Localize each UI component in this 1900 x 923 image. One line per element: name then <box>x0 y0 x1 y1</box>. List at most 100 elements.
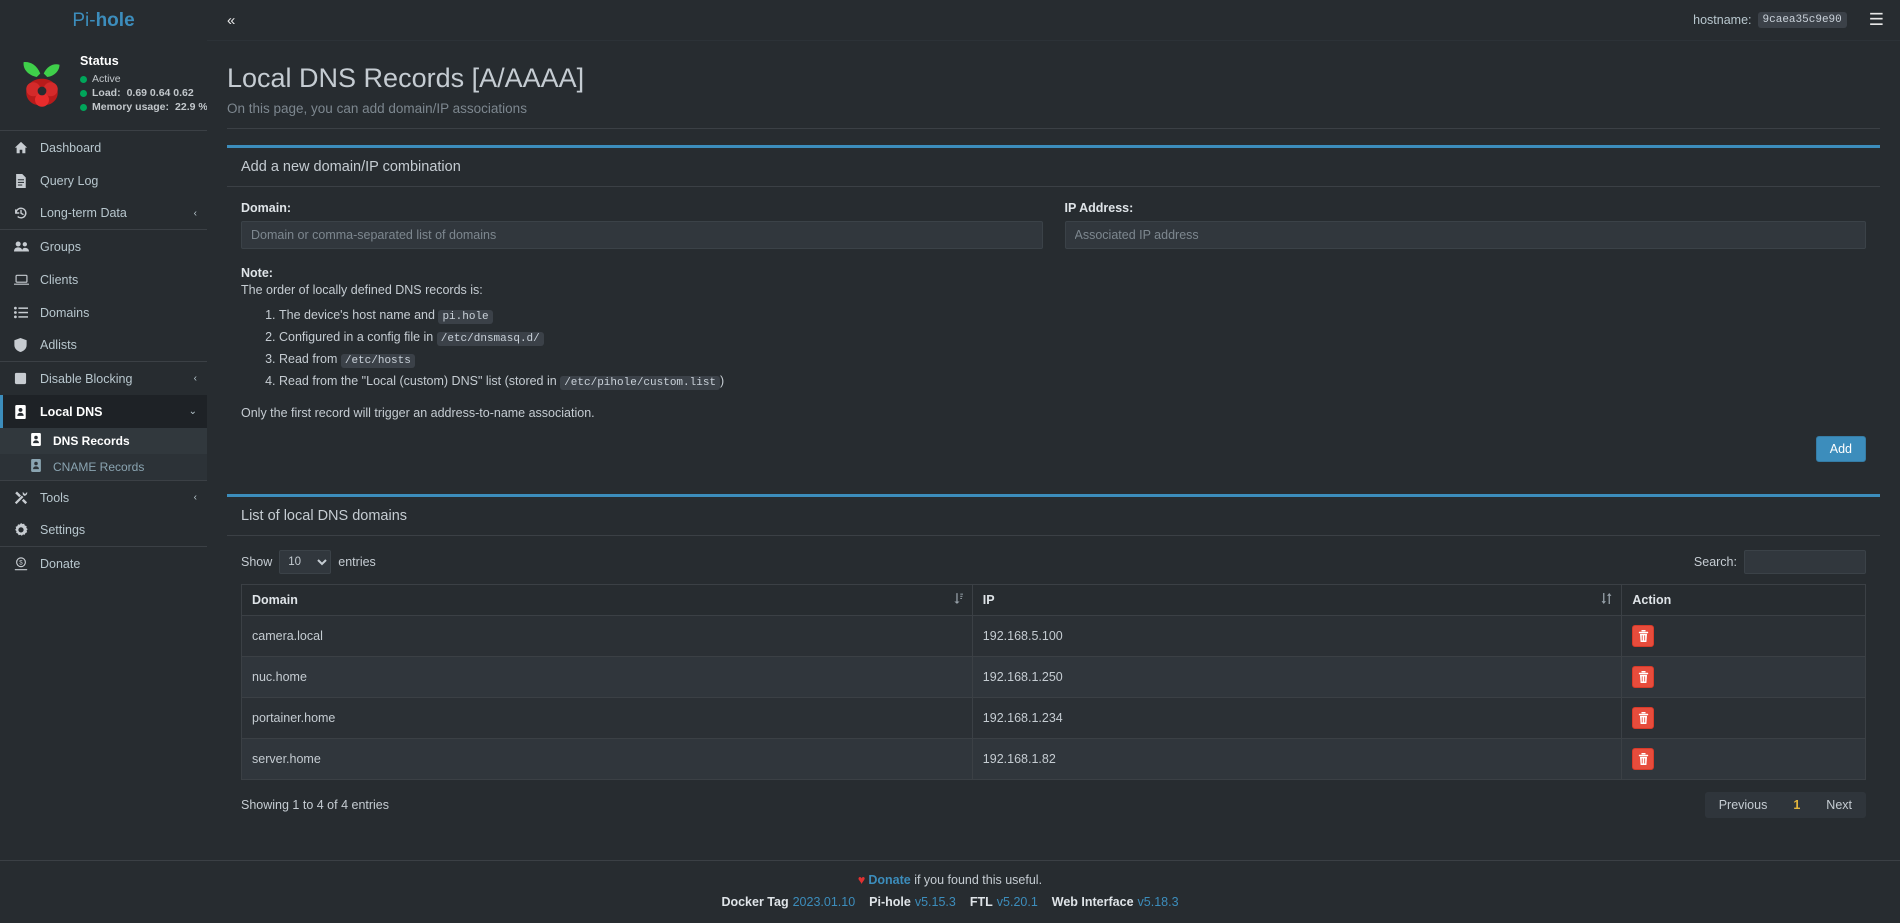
note-item-pre: Configured in a config file in <box>279 330 437 344</box>
delete-record-button[interactable] <box>1632 707 1655 729</box>
address-book-icon-cname-records <box>30 459 48 475</box>
sidebar-label-local-dns: Local DNS <box>40 404 103 419</box>
pihole-raspberry-logo <box>14 54 70 117</box>
pagination-page-1[interactable]: 1 <box>1781 792 1812 818</box>
footer-version-ftl[interactable]: v5.20.1 <box>997 895 1038 909</box>
sidebar-item-tools[interactable]: Tools ‹ <box>0 481 207 514</box>
load-value: 0.69 0.64 0.62 <box>126 87 194 99</box>
cell-ip: 192.168.1.250 <box>971 656 1623 698</box>
svg-text:$: $ <box>19 559 23 566</box>
ip-input[interactable] <box>1064 221 1866 249</box>
pagination: Previous 1 Next <box>1704 792 1866 818</box>
delete-record-button[interactable] <box>1632 666 1655 688</box>
table-row[interactable]: server.home 192.168.1.82 <box>241 738 1866 780</box>
footer-label-ftl: FTL <box>969 895 993 909</box>
memory-dot-icon <box>80 103 87 111</box>
hostname-value: 9caea35c9e90 <box>1757 12 1847 28</box>
table-controls: Show 10 25 50 100 All entries Search <box>241 550 1866 574</box>
note-footer: Only the first record will trigger an ad… <box>241 406 595 420</box>
table-row[interactable]: camera.local 192.168.5.100 <box>241 615 1866 657</box>
sidebar-item-long-term-data[interactable]: Long-term Data ‹ <box>0 197 207 230</box>
footer-versions: Docker Tag 2023.01.10 Pi-hole v5.15.3 FTL v5.… <box>0 895 1900 909</box>
cell-action <box>1621 656 1866 698</box>
cell-domain: camera.local <box>241 615 973 657</box>
sort-asc-icon[interactable] <box>954 593 963 607</box>
ip-label: IP Address: <box>1064 201 1134 215</box>
table-head: Domain IP Action <box>241 584 1866 616</box>
note-item-code: /etc/pihole/custom.list <box>560 376 721 390</box>
pagination-next[interactable]: Next <box>1812 792 1866 818</box>
sidebar-item-groups[interactable]: Groups <box>0 230 207 263</box>
heart-icon: ♥ <box>857 873 866 887</box>
column-header-ip[interactable]: IP <box>971 584 1623 616</box>
sidebar-item-clients[interactable]: Clients <box>0 263 207 296</box>
status-title: Status <box>80 54 119 68</box>
note-intro: The order of locally defined DNS records… <box>241 283 483 297</box>
status-line-active: Active <box>80 73 208 86</box>
note-item: Read from /etc/hosts <box>279 351 1866 370</box>
column-header-domain[interactable]: Domain <box>241 584 973 616</box>
sidebar-item-settings[interactable]: Settings <box>0 514 207 547</box>
home-icon <box>14 141 34 155</box>
footer-donate-link[interactable]: Donate <box>868 873 910 887</box>
footer-version-web-interface[interactable]: v5.18.3 <box>1138 895 1179 909</box>
page-content: Local DNS Records [A/AAAA] On this page,… <box>207 41 1900 860</box>
cell-domain: server.home <box>241 738 973 780</box>
delete-record-button[interactable] <box>1632 625 1655 647</box>
footer-label-pihole: Pi-hole <box>869 895 911 909</box>
footer-version-pihole[interactable]: v5.15.3 <box>915 895 956 909</box>
sidebar-item-cname-records[interactable]: CNAME Records <box>0 454 207 480</box>
sidebar-item-domains[interactable]: Domains <box>0 296 207 329</box>
column-label-ip: IP <box>982 593 995 607</box>
sort-icon[interactable] <box>1601 593 1612 607</box>
page-length-control: Show 10 25 50 100 All entries <box>241 550 376 574</box>
sidebar-item-disable-blocking[interactable]: Disable Blocking ‹ <box>0 362 207 395</box>
dns-list-body: Show 10 25 50 100 All entries Search <box>227 536 1880 832</box>
sidebar-label-cname-records: CNAME Records <box>53 460 145 474</box>
sidebar-label-adlists: Adlists <box>40 338 77 352</box>
entries-label: entries <box>338 555 376 569</box>
note-title: Note: <box>241 266 273 280</box>
list-icon <box>14 306 34 319</box>
sidebar-label-query-log: Query Log <box>40 173 99 188</box>
sidebar-item-dns-records[interactable]: DNS Records <box>0 428 207 454</box>
sidebar-item-adlists[interactable]: Adlists <box>0 329 207 362</box>
add-button-row: Add <box>241 422 1866 462</box>
sidebar-collapse-button[interactable]: « <box>219 8 243 33</box>
sidebar-item-dashboard[interactable]: Dashboard <box>0 131 207 164</box>
column-label-domain: Domain <box>252 593 298 607</box>
search-input[interactable] <box>1744 550 1866 574</box>
status-info: Status Active Load: 0.69 0.64 0.62 Memor… <box>70 54 208 115</box>
note-item: Configured in a config file in /etc/dnsm… <box>279 329 1866 348</box>
memory-label: Memory usage: <box>92 101 170 113</box>
dns-records-table: Domain IP Action camera.local 192.168.5.… <box>241 584 1866 780</box>
footer-version-docker-tag[interactable]: 2023.01.10 <box>793 895 856 909</box>
note-item: The device's host name and pi.hole <box>279 307 1866 326</box>
table-row[interactable]: portainer.home 192.168.1.234 <box>241 697 1866 739</box>
laptop-icon <box>14 273 34 286</box>
delete-record-button[interactable] <box>1632 748 1655 770</box>
users-icon <box>14 240 34 253</box>
note-item-post: ) <box>720 374 725 388</box>
add-button[interactable]: Add <box>1815 436 1866 462</box>
ip-field-group: IP Address: <box>1064 201 1866 249</box>
address-book-icon <box>14 404 34 419</box>
footer-label-docker-tag: Docker Tag <box>721 895 789 909</box>
note-order-list: The device's host name and pi.hole Confi… <box>241 307 1866 392</box>
table-body: camera.local 192.168.5.100 nuc.home 192.… <box>241 615 1866 780</box>
table-row[interactable]: nuc.home 192.168.1.250 <box>241 656 1866 698</box>
sidebar-item-query-log[interactable]: Query Log <box>0 164 207 197</box>
sidebar-item-donate[interactable]: $ Donate <box>0 547 207 580</box>
hamburger-menu-icon[interactable]: ☰ <box>1869 10 1884 30</box>
domain-input[interactable] <box>241 221 1043 249</box>
page-length-select[interactable]: 10 25 50 100 All <box>279 550 332 574</box>
pagination-previous[interactable]: Previous <box>1705 792 1782 818</box>
note-section: Note: The order of locally defined DNS r… <box>241 265 1866 422</box>
brand-logo[interactable]: Pi-hole <box>0 0 207 41</box>
note-item-pre: Read from the "Local (custom) DNS" list … <box>279 374 561 388</box>
table-header-row: Domain IP Action <box>241 584 1866 616</box>
sidebar: Pi-hole Status Active Load: 0.69 0.64 0.… <box>0 0 208 860</box>
sidebar-label-settings: Settings <box>40 523 86 537</box>
sidebar-item-local-dns[interactable]: Local DNS ⌄ <box>0 395 207 428</box>
add-record-body: Domain: IP Address: Note: The order of l… <box>227 187 1880 476</box>
